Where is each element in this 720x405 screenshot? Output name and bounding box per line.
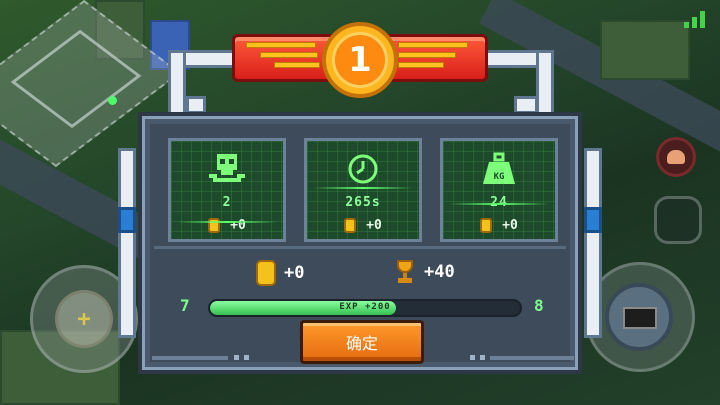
weight-reward: +0 [480,218,518,233]
stat-card-time: 265s +0 [304,138,422,242]
stat-card-kills: 2 +0 [168,138,286,242]
total-trophies: +40 [394,260,455,284]
exp-label: EXP +200 [339,302,391,312]
empty-skill-slot[interactable] [654,196,702,244]
frame-pipe-left [118,148,136,338]
reward-totals: +0 +40 [150,260,570,290]
footer-decoration [152,356,228,360]
trophy-icon [394,260,416,284]
joystick-symbol: + [77,306,91,332]
current-level: 7 [180,296,190,315]
left-wing-icon [246,42,326,76]
level-progress: 7 EXP +200 8 [150,296,570,318]
confirm-button[interactable]: 确定 [300,320,424,364]
time-value: 265s [345,195,381,210]
plus-icon[interactable]: + [55,290,113,348]
camera-action-button[interactable] [605,283,673,351]
time-reward: +0 [344,218,382,233]
skull-icon [207,151,247,187]
weight-kg-icon: KG [479,151,519,187]
total-trophies-amount: +40 [424,262,455,282]
rank-number: 1 [332,32,388,88]
exp-bar: EXP +200 [208,299,522,317]
footer-decoration [244,355,249,360]
weight-reward-amount: +0 [502,218,518,233]
camera-icon [623,307,657,329]
stat-card-weight: KG 24 +0 [440,138,558,242]
frame-pipe [536,50,554,120]
mushroom-cloud-icon[interactable] [656,137,696,177]
total-coins: +0 [256,260,304,286]
footer-decoration [480,355,485,360]
kills-value: 2 [222,195,232,210]
coin-icon [480,218,493,233]
next-level: 8 [534,296,544,315]
right-wing-icon [394,42,474,76]
match-result-dialog: 2 +0 265s +0 KG +0 +0 +40 7 EXP +200 8 确… [138,112,582,374]
footer-decoration [234,355,239,360]
result-panel-body: 2 +0 265s +0 KG +0 +0 +40 7 EXP +200 8 确… [150,124,574,364]
svg-text:KG: KG [494,172,505,182]
time-reward-amount: +0 [366,218,382,233]
coin-icon [344,218,357,233]
footer-decoration [490,356,574,360]
coin-icon [256,260,276,286]
total-coins-amount: +0 [284,263,305,283]
minimap-player-marker [108,96,117,105]
divider [154,246,566,249]
frame-pipe [168,50,186,120]
rank-medal-icon: 1 [322,22,398,98]
rank-banner: 1 [232,22,488,98]
signal-bars-icon [684,8,710,28]
clock-icon [343,151,383,187]
footer-decoration [470,355,475,360]
frame-pipe-right [584,148,602,338]
